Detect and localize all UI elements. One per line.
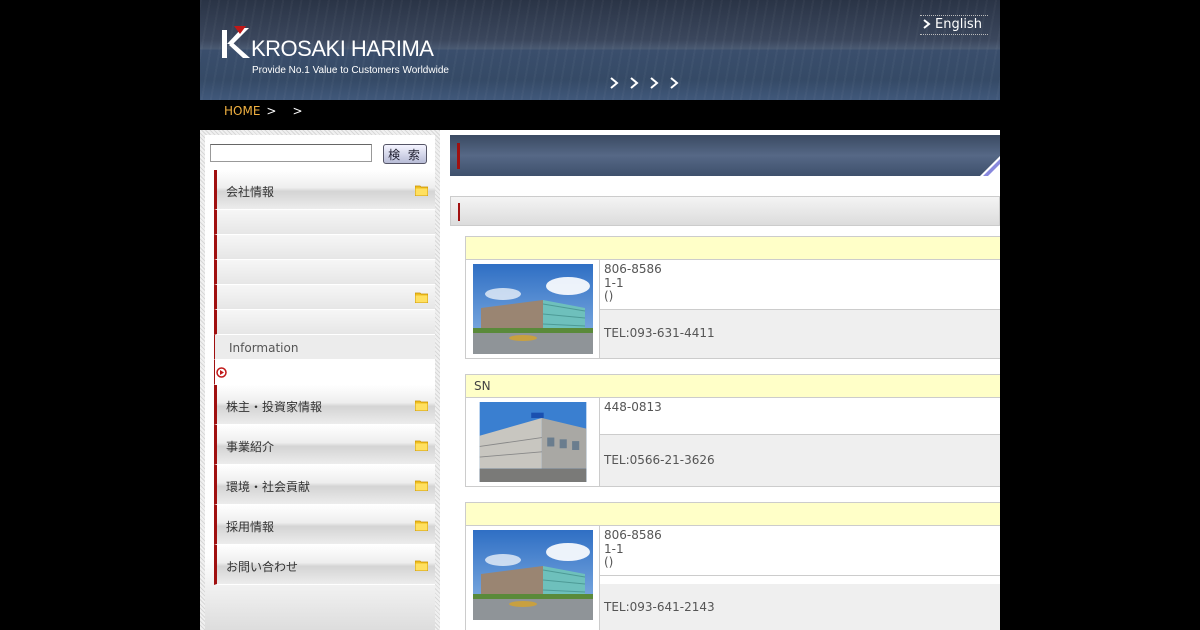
sidebar-item-recruit[interactable]: 採用情報 <box>214 505 435 545</box>
office-tel: TEL:0566-21-3626 <box>600 435 1000 486</box>
logo-k-mark <box>222 26 250 58</box>
office-tel: TEL:093-641-2143 <box>600 584 1000 630</box>
arrow-right-icon[interactable] <box>648 77 660 89</box>
sidebar-item-label: 会社情報 <box>226 185 275 199</box>
sidebar-item-label: お問い合わせ <box>226 560 299 574</box>
site-header: KROSAKI HARIMA Provide No.1 Value to Cus… <box>200 0 1000 100</box>
office-photo <box>466 260 600 358</box>
office-name: SN <box>466 375 1000 398</box>
office-card: 806-8586 1-1 () TEL:093-631-4411 <box>465 236 1000 359</box>
office-photo <box>466 526 600 630</box>
english-link[interactable]: English <box>920 15 988 35</box>
folder-icon <box>415 560 428 571</box>
building-photo <box>479 402 587 482</box>
sidebar-subitem[interactable] <box>214 310 435 335</box>
breadcrumb-home-link[interactable]: HOME <box>224 104 260 118</box>
arrow-right-icon <box>923 19 931 29</box>
sidebar-subitem[interactable] <box>214 210 435 235</box>
breadcrumb-separator: > <box>266 104 277 118</box>
folder-icon <box>415 480 428 491</box>
office-photo <box>466 398 600 486</box>
office-card: SN 448-0813 TEL:0566-21-3626 <box>465 374 1000 487</box>
sidebar-item-label: 採用情報 <box>226 520 275 534</box>
sidebar-item-investors[interactable]: 株主・投資家情報 <box>214 385 435 425</box>
arrow-right-icon[interactable] <box>668 77 680 89</box>
logo-text: KROSAKI HARIMA <box>251 36 434 61</box>
sidebar-subitem-current[interactable] <box>214 360 435 385</box>
office-postal: 806-8586 <box>604 528 662 542</box>
office-building: () <box>604 555 614 569</box>
breadcrumb-separator: > <box>292 104 303 118</box>
sidebar-subitem-information[interactable]: Information <box>214 335 435 360</box>
circle-arrow-icon <box>216 367 227 378</box>
office-address: 806-8586 1-1 () <box>600 260 1000 310</box>
header-nav-arrows <box>608 77 680 89</box>
logo-tagline: Provide No.1 Value to Customers Worldwid… <box>252 65 449 76</box>
office-postal: 806-8586 <box>604 262 662 276</box>
section-heading-bar <box>450 196 1000 226</box>
folder-icon <box>415 185 428 196</box>
office-tel: TEL:093-631-4411 <box>600 310 1000 358</box>
folder-icon <box>415 520 428 531</box>
sidebar-item-environment[interactable]: 環境・社会貢献 <box>214 465 435 505</box>
office-building: () <box>604 289 614 303</box>
english-link-label: English <box>935 17 982 32</box>
sidebar-item-label: 事業紹介 <box>226 440 275 454</box>
search-input[interactable] <box>210 144 372 162</box>
page: KROSAKI HARIMA Provide No.1 Value to Cus… <box>200 0 1000 630</box>
corner-decoration <box>980 156 1000 176</box>
building-photo <box>473 530 593 620</box>
site-search: 検 索 <box>210 142 430 164</box>
office-address-line: 1-1 <box>604 275 624 290</box>
sidebar-subitem[interactable] <box>214 260 435 285</box>
folder-icon <box>415 400 428 411</box>
sidebar: 検 索 会社情報 Information 株主・投資家情報 事業紹介 環境・社会… <box>200 130 440 630</box>
folder-icon <box>415 292 428 303</box>
sidebar-subitem-label: Information <box>229 341 299 355</box>
arrow-right-icon[interactable] <box>608 77 620 89</box>
breadcrumb: HOME > > <box>200 100 1000 130</box>
arrow-right-icon[interactable] <box>628 77 640 89</box>
office-address-line: 1-1 <box>604 541 624 556</box>
sidebar-item-company[interactable]: 会社情報 <box>214 170 435 210</box>
sidebar-subitem[interactable] <box>214 285 435 310</box>
office-address: 806-8586 1-1 () <box>600 526 1000 576</box>
building-photo <box>473 264 593 354</box>
sidebar-menu: 会社情報 Information 株主・投資家情報 事業紹介 環境・社会貢献 採… <box>214 170 435 585</box>
office-address: 448-0813 <box>600 398 1000 435</box>
company-logo[interactable]: KROSAKI HARIMA Provide No.1 Value to Cus… <box>220 22 449 80</box>
office-name <box>466 237 1000 260</box>
sidebar-item-label: 環境・社会貢献 <box>226 480 311 494</box>
main-content: 806-8586 1-1 () TEL:093-631-4411 SN 448-… <box>450 130 1000 630</box>
office-postal: 448-0813 <box>604 400 662 414</box>
search-button[interactable]: 検 索 <box>383 144 427 164</box>
sidebar-item-business[interactable]: 事業紹介 <box>214 425 435 465</box>
page-title-bar <box>450 135 1000 176</box>
sidebar-item-contact[interactable]: お問い合わせ <box>214 545 435 585</box>
sidebar-subitem[interactable] <box>214 235 435 260</box>
folder-icon <box>415 440 428 451</box>
office-name <box>466 503 1000 526</box>
sidebar-item-label: 株主・投資家情報 <box>226 400 323 414</box>
office-card: 806-8586 1-1 () TEL:093-641-2143 <box>465 502 1000 630</box>
